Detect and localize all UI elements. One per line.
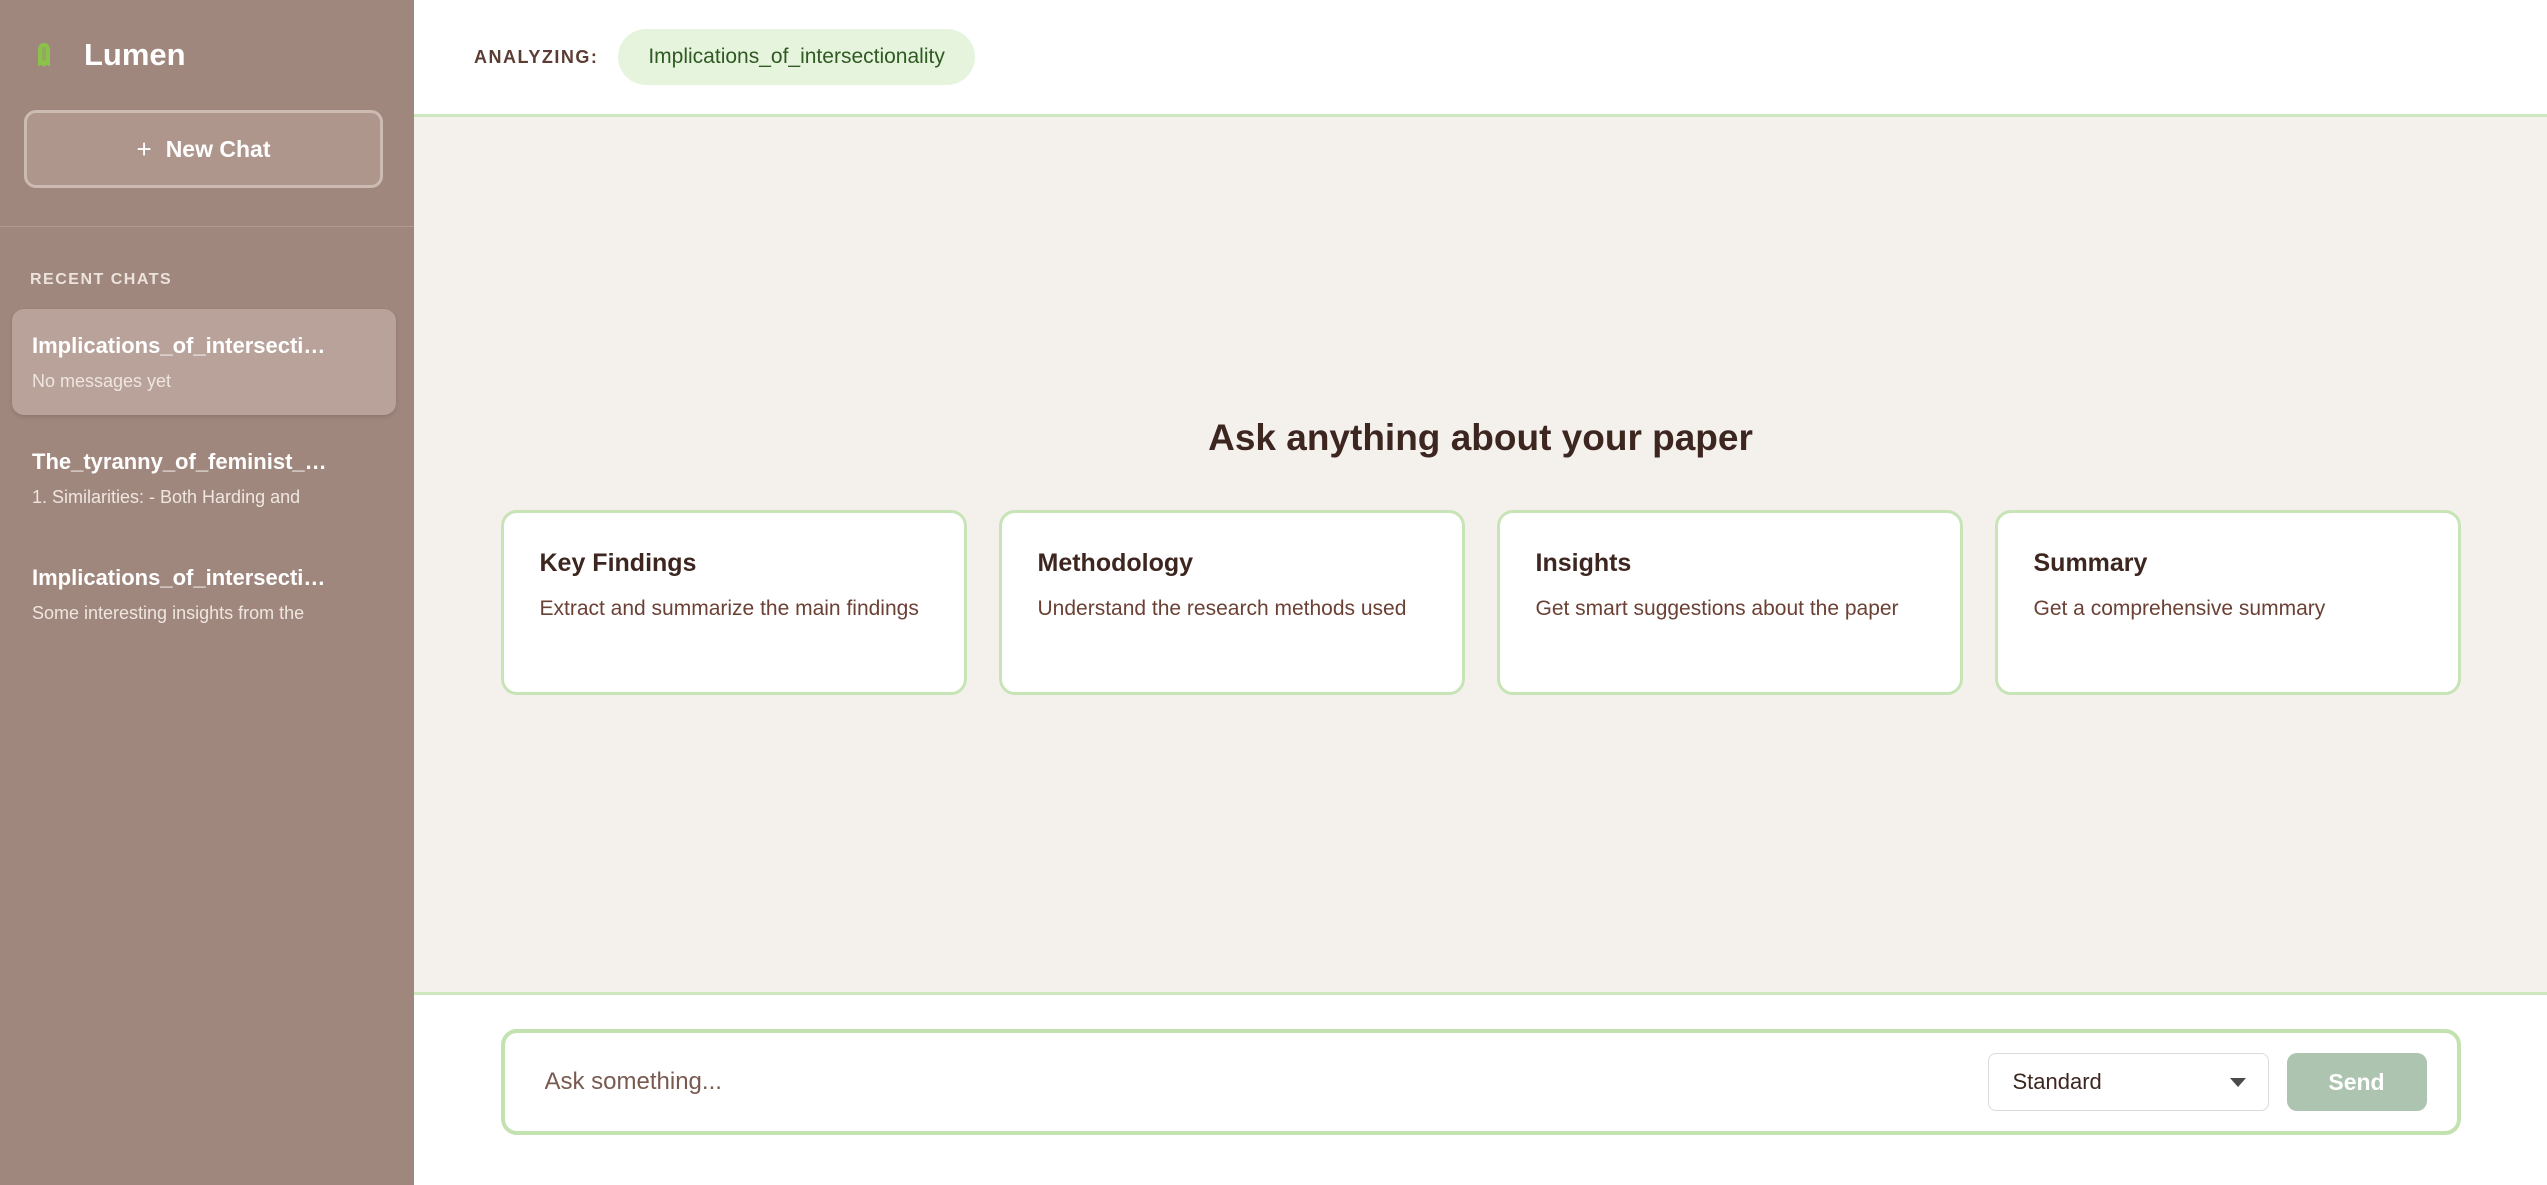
insights-card[interactable]: Insights Get smart suggestions about the… — [1496, 510, 1963, 695]
card-description: Get a comprehensive summary — [2033, 597, 2326, 620]
summary-card[interactable]: Summary Get a comprehensive summary — [1994, 510, 2461, 695]
top-bar: ANALYZING: Implications_of_intersectiona… — [414, 0, 2547, 117]
plus-icon: + — [136, 133, 152, 164]
send-button[interactable]: Send — [2286, 1053, 2427, 1111]
new-chat-button[interactable]: + New Chat — [24, 110, 383, 188]
new-chat-label: New Chat — [165, 135, 271, 162]
chat-empty-state: Ask anything about your paper Key Findin… — [414, 117, 2547, 995]
card-title: Insights — [1535, 549, 1632, 577]
recent-chat-item[interactable]: The_tyranny_of_feminist_theory 1. Simila… — [12, 425, 396, 531]
mode-select[interactable]: Standard — [1987, 1053, 2269, 1111]
chat-preview: Some interesting insights from the — [32, 603, 305, 623]
brand: Lumen — [0, 0, 414, 110]
mode-selected-value: Standard — [2012, 1069, 2102, 1094]
sidebar-divider — [0, 226, 414, 227]
chat-title: Implications_of_intersectionality — [32, 565, 332, 590]
document-badge: Implications_of_intersectionality — [618, 29, 975, 85]
sidebar: Lumen + New Chat RECENT CHATS Implicatio… — [0, 0, 414, 1185]
main-panel: ANALYZING: Implications_of_intersectiona… — [414, 0, 2547, 1185]
recent-chat-item[interactable]: Implications_of_intersectionality No mes… — [12, 309, 396, 415]
chat-preview: 1. Similarities: - Both Harding and — [32, 487, 301, 507]
suggestion-cards: Key Findings Extract and summarize the m… — [500, 510, 2461, 695]
key-findings-card[interactable]: Key Findings Extract and summarize the m… — [500, 510, 967, 695]
chevron-down-icon — [2229, 1077, 2246, 1087]
methodology-card[interactable]: Methodology Understand the research meth… — [998, 510, 1465, 695]
card-title: Methodology — [1037, 549, 1194, 577]
chat-title: Implications_of_intersectionality — [32, 333, 332, 358]
analyzing-label: ANALYZING: — [474, 46, 599, 67]
recent-chats-heading: RECENT CHATS — [30, 271, 173, 288]
hero-title: Ask anything about your paper — [1208, 417, 1753, 458]
app-name: Lumen — [84, 37, 186, 72]
chat-title: The_tyranny_of_feminist_theory — [32, 449, 332, 474]
composer: Standard Send — [500, 1029, 2461, 1135]
lumen-logo-icon — [34, 40, 54, 70]
card-description: Get smart suggestions about the paper — [1535, 597, 1899, 620]
recent-chat-item[interactable]: Implications_of_intersectionality Some i… — [12, 541, 396, 647]
chat-preview: No messages yet — [32, 371, 172, 391]
card-title: Summary — [2033, 549, 2148, 577]
message-input[interactable] — [544, 1068, 1988, 1096]
card-title: Key Findings — [539, 549, 697, 577]
card-description: Understand the research methods used — [1037, 597, 1407, 620]
card-description: Extract and summarize the main findings — [539, 597, 919, 620]
composer-area: Standard Send — [414, 995, 2547, 1185]
